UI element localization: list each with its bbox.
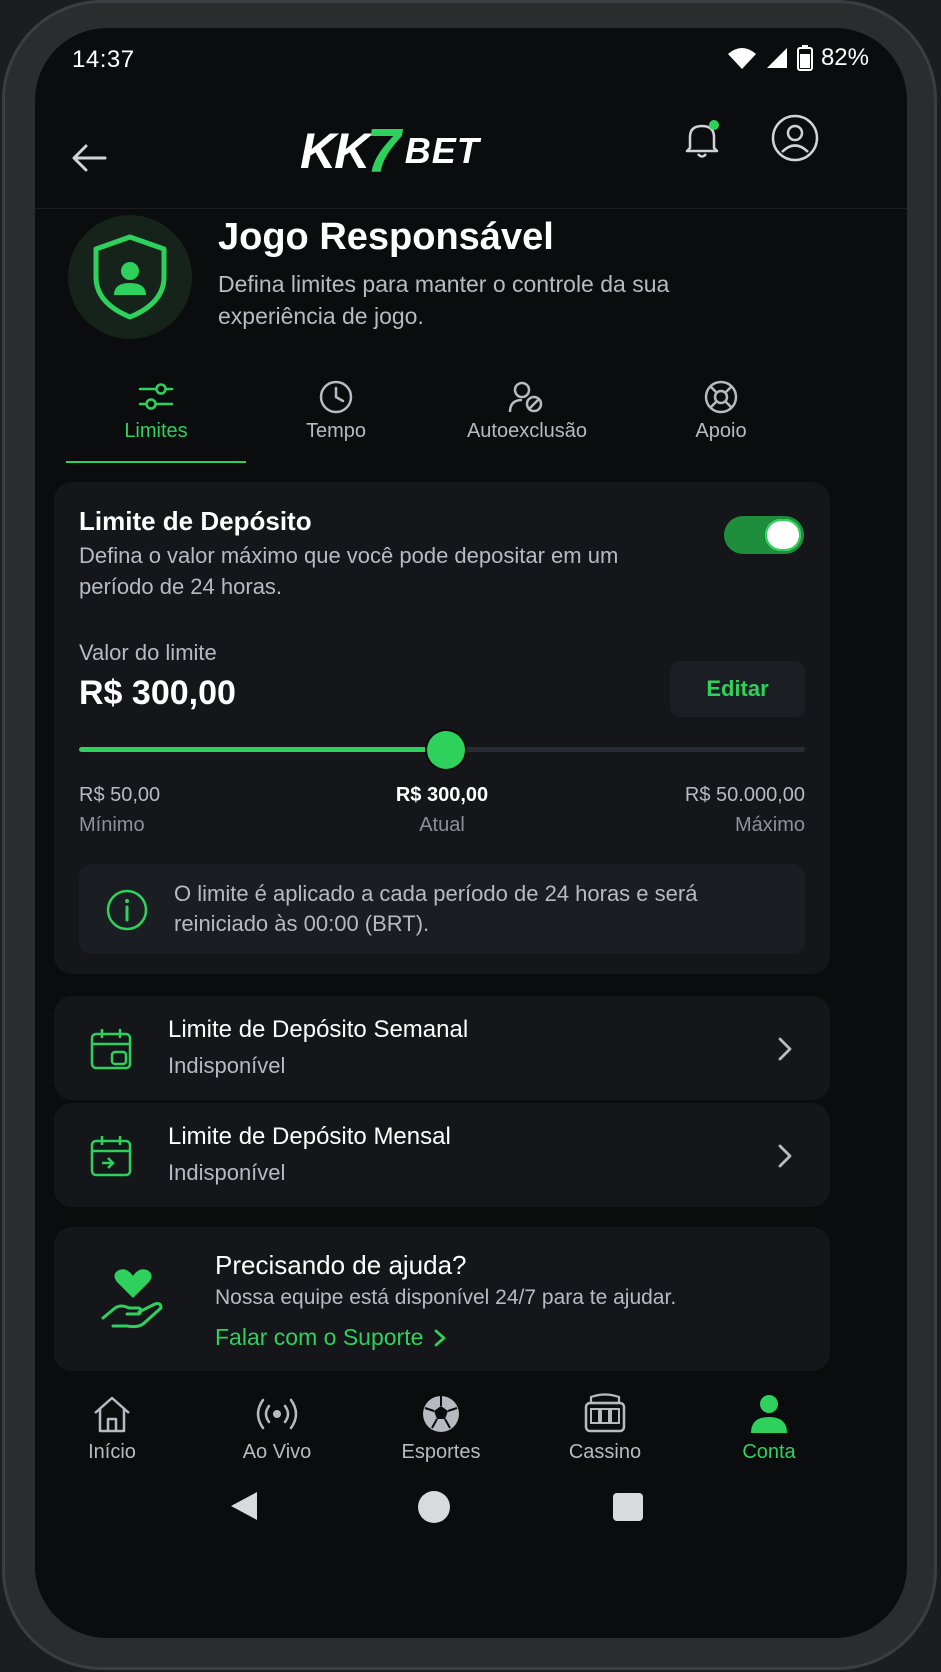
battery-level: 82% — [820, 44, 869, 71]
tab-label: Limites — [124, 420, 188, 442]
edit-button[interactable]: Editar — [670, 661, 805, 717]
logo-seven: 7 — [366, 116, 401, 186]
sliders-icon — [138, 383, 174, 410]
page-subtitle: Defina limites para manter o controle da… — [218, 271, 670, 329]
battery-icon — [796, 45, 813, 71]
contact-support-label: Falar com o Suporte — [215, 1324, 424, 1350]
soccer-ball-icon — [423, 1396, 459, 1432]
limit-value-label: Valor do limite — [79, 640, 217, 665]
tab-autoexclusao[interactable]: Autoexclusão — [437, 380, 617, 443]
max-caption: Máximo — [734, 814, 805, 836]
nav-label: Início — [88, 1441, 136, 1463]
nav-ao-vivo[interactable]: Ao Vivo — [217, 1393, 337, 1464]
slot-machine-icon — [584, 1393, 626, 1433]
system-back-icon[interactable] — [227, 1490, 259, 1522]
status-icons: 82% — [727, 44, 869, 72]
tab-label: Tempo — [305, 420, 367, 442]
monthly-limit-row[interactable] — [54, 1103, 830, 1207]
current-caption: Atual — [419, 814, 465, 836]
limit-slider-handle[interactable] — [426, 731, 465, 769]
deposit-limit-toggle[interactable] — [724, 516, 804, 554]
max-value: R$ 50.000,00 — [684, 784, 805, 806]
tab-tempo[interactable]: Tempo — [246, 380, 426, 443]
tab-apoio[interactable]: Apoio — [631, 380, 811, 443]
shield-user-icon — [93, 234, 167, 320]
weekly-limit-row[interactable] — [54, 996, 830, 1100]
limit-value-amount: R$ 300,00 — [79, 674, 236, 712]
chevron-right-icon — [772, 1036, 798, 1062]
bell-icon[interactable] — [680, 117, 724, 161]
info-text: O limite é aplicado a cada período de 24… — [174, 881, 698, 936]
nav-label: Ao Vivo — [242, 1441, 312, 1463]
home-icon — [94, 1396, 130, 1433]
monthly-limit-title: Limite de Depósito Mensal — [168, 1123, 451, 1150]
min-caption: Mínimo — [79, 814, 145, 836]
nav-label: Cassino — [568, 1441, 642, 1463]
help-title: Precisando de ajuda? — [215, 1250, 467, 1280]
weekly-limit-status: Indisponível — [168, 1053, 286, 1078]
calendar-icon — [88, 1133, 134, 1179]
weekly-limit-title: Limite de Depósito Semanal — [168, 1016, 469, 1043]
page-title: Jogo Responsável — [218, 216, 554, 258]
logo-bet: BET — [404, 130, 480, 171]
contact-support-link[interactable]: Falar com o Suporte — [215, 1324, 447, 1351]
tab-label: Autoexclusão — [466, 420, 588, 442]
user-icon — [751, 1395, 787, 1433]
wifi-icon — [727, 48, 756, 69]
help-subtitle: Nossa equipe está disponível 24/7 para t… — [215, 1286, 677, 1309]
active-tab-indicator — [66, 461, 246, 463]
status-time: 14:37 — [72, 46, 135, 73]
nav-conta[interactable]: Conta — [709, 1393, 829, 1464]
user-block-icon — [508, 381, 543, 413]
tab-limites[interactable]: Limites — [66, 380, 246, 443]
chevron-right-icon — [772, 1143, 798, 1169]
nav-label: Conta — [742, 1441, 796, 1463]
nav-label: Esportes — [401, 1441, 481, 1463]
system-home-button[interactable] — [418, 1491, 450, 1523]
calendar-icon — [88, 1026, 134, 1072]
nav-inicio[interactable]: Início — [52, 1393, 172, 1464]
heart-hand-icon — [99, 1264, 167, 1334]
system-recents-button[interactable] — [613, 1493, 643, 1521]
live-icon — [256, 1398, 298, 1430]
info-icon — [106, 889, 148, 931]
chevron-right-icon — [434, 1329, 446, 1346]
tab-label: Apoio — [695, 420, 747, 442]
app-screen: 14:37 82% KK 7 BET Jogo Responsável Defi… — [35, 28, 907, 1638]
nav-esportes[interactable]: Esportes — [381, 1393, 501, 1464]
limit-slider-fill — [79, 747, 446, 752]
current-value: R$ 300,00 — [395, 784, 489, 806]
signal-icon — [766, 48, 787, 68]
nav-cassino[interactable]: Cassino — [545, 1393, 665, 1464]
lifebuoy-icon — [704, 380, 738, 414]
toggle-knob — [765, 519, 801, 551]
shield-badge — [68, 215, 192, 339]
kk7bet-logo: KK 7 BET — [300, 116, 480, 186]
clock-icon — [319, 380, 353, 414]
user-circle-icon[interactable] — [770, 113, 820, 163]
monthly-limit-status: Indisponível — [168, 1160, 286, 1185]
arrow-left-icon[interactable] — [69, 138, 109, 178]
min-value: R$ 50,00 — [79, 784, 161, 806]
logo-kk: KK — [300, 123, 370, 179]
deposit-limit-title: Limite de Depósito — [79, 506, 312, 536]
deposit-limit-description: Defina o valor máximo que você pode depo… — [79, 543, 619, 599]
device-frame: 14:37 82% KK 7 BET Jogo Responsável Defi… — [2, 0, 937, 1670]
